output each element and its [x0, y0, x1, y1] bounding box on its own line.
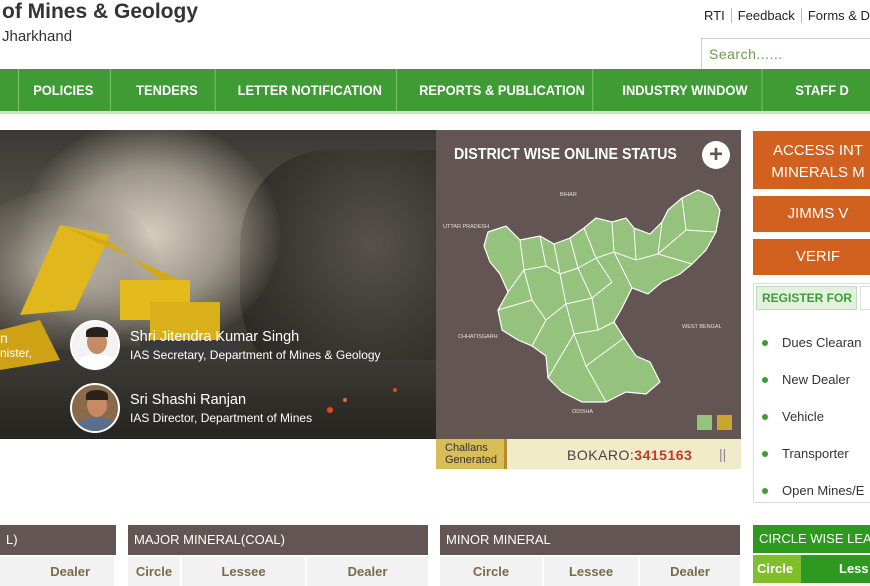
challan-label-line2: Generated	[445, 454, 497, 466]
register-list: Dues Clearan New Dealer Vehicle Transpor…	[754, 324, 870, 509]
legend-yellow	[717, 415, 732, 430]
bullet-icon	[762, 413, 768, 420]
nav-item-letter-notification[interactable]: LETTER NOTIFICATION	[224, 69, 397, 111]
list-item-label: Open Mines/E	[782, 483, 865, 498]
nav-item-policies[interactable]: POLICIES	[17, 69, 111, 111]
top-links: RTI Feedback Forms & D	[698, 8, 870, 23]
page-subtitle: Jharkhand	[2, 28, 73, 45]
rti-link[interactable]: RTI	[698, 8, 732, 23]
person-role: IAS Director, Department of Mines	[130, 410, 313, 425]
table-header-minor: MINOR MINERAL	[440, 525, 740, 555]
district-status-panel: DISTRICT WISE ONLINE STATUS + BIHAR UTTA…	[436, 130, 741, 439]
nav-item-industry-window[interactable]: INDUSTRY WINDOW	[608, 69, 764, 111]
avatar	[70, 320, 120, 370]
nav-item-staff[interactable]: STAFF D	[777, 69, 863, 111]
map-label-odisha: ODISHA	[572, 409, 593, 415]
challan-label-line1: Challans	[445, 442, 488, 454]
access-button-line2: MINERALS M	[771, 164, 865, 181]
verify-button[interactable]: VERIF	[753, 239, 870, 275]
person-role: IAS Secretary, Department of Mines & Geo…	[130, 347, 381, 362]
column-dealer: Dealer	[670, 564, 710, 579]
feedback-link[interactable]: Feedback	[732, 8, 802, 23]
nav-item-reports-publication[interactable]: REPORTS & PUBLICATION	[412, 69, 593, 111]
pause-icon[interactable]: ||	[719, 446, 726, 462]
list-item-label: Transporter	[782, 446, 849, 461]
table-columns-metallic: Dealer	[0, 557, 116, 586]
list-item[interactable]: New Dealer	[754, 361, 870, 398]
access-minerals-button[interactable]: ACCESS INT MINERALS M	[753, 131, 870, 189]
jharkhand-map[interactable]: BIHAR UTTAR PRADESH CHHATISGARH WEST BEN…	[436, 170, 741, 430]
column-lessee: Lessee	[544, 557, 640, 586]
list-item[interactable]: Open Mines/E	[754, 472, 870, 509]
tab-register-for[interactable]: REGISTER FOR	[756, 286, 857, 310]
map-label-chhatisgarh: CHHATISGARH	[458, 334, 498, 340]
map-label-west-bengal: WEST BENGAL	[682, 324, 722, 330]
main-nav: POLICIES TENDERS LETTER NOTIFICATION REP…	[0, 69, 870, 111]
expand-plus-icon[interactable]: +	[702, 141, 730, 169]
register-panel: REGISTER FOR Dues Clearan New Dealer Veh…	[753, 283, 870, 503]
partial-person-name: n	[0, 330, 8, 346]
circle-lease-columns: Circle Less	[753, 555, 870, 583]
search-input[interactable]	[701, 38, 870, 70]
table-header-coal: MAJOR MINERAL(COAL)	[128, 525, 428, 555]
page-title: of Mines & Geology	[2, 0, 199, 23]
list-item[interactable]: Transporter	[754, 435, 870, 472]
person-secretary: Shri Jitendra Kumar Singh IAS Secretary,…	[70, 320, 381, 370]
column-circle: Circle	[440, 557, 544, 586]
bullet-icon	[762, 339, 768, 346]
forms-link[interactable]: Forms & D	[802, 8, 870, 23]
challan-district: BOKARO:	[567, 447, 635, 463]
map-label-bihar: BIHAR	[560, 192, 577, 198]
table-columns-coal: Circle Lessee Dealer	[128, 557, 428, 586]
challan-count: 3415163	[634, 447, 693, 463]
circle-column-header: Circle	[753, 555, 801, 583]
column-dealer: Dealer	[347, 564, 388, 579]
challan-ticker: Challans Generated BOKARO:3415163 ||	[436, 439, 741, 469]
column-lessee: Lessee	[182, 557, 307, 586]
nav-underline	[0, 111, 870, 114]
map-label-up: UTTAR PRADESH	[443, 224, 489, 230]
jimms-button[interactable]: JIMMS V	[753, 196, 870, 232]
list-item-label: New Dealer	[782, 372, 850, 387]
column-dealer: Dealer	[0, 557, 116, 586]
circle-lease-header: CIRCLE WISE LEA	[753, 525, 870, 553]
list-item-label: Vehicle	[782, 409, 824, 424]
table-header-metallic: L)	[0, 525, 116, 555]
tab-secondary[interactable]	[860, 286, 870, 310]
list-item[interactable]: Dues Clearan	[754, 324, 870, 361]
challan-label: Challans Generated	[436, 439, 507, 469]
person-name: Shri Jitendra Kumar Singh	[130, 328, 300, 345]
lessee-column-header: Less	[839, 561, 869, 576]
bullet-icon	[762, 376, 768, 383]
nav-item-tenders[interactable]: TENDERS	[119, 69, 216, 111]
bullet-icon	[762, 450, 768, 457]
person-director: Sri Shashi Ranjan IAS Director, Departme…	[70, 383, 312, 433]
list-item-label: Dues Clearan	[782, 335, 862, 350]
column-circle: Circle	[128, 557, 182, 586]
district-title: DISTRICT WISE ONLINE STATUS	[454, 146, 677, 163]
partial-person-role: nister,	[0, 346, 33, 360]
bullet-icon	[762, 487, 768, 494]
challan-value: BOKARO:3415163	[567, 447, 692, 463]
legend-green	[697, 415, 712, 430]
person-name: Sri Shashi Ranjan	[130, 391, 247, 408]
table-columns-minor: Circle Lessee Dealer	[440, 557, 740, 586]
avatar	[70, 383, 120, 433]
list-item[interactable]: Vehicle	[754, 398, 870, 435]
access-button-line1: ACCESS INT	[772, 142, 863, 159]
